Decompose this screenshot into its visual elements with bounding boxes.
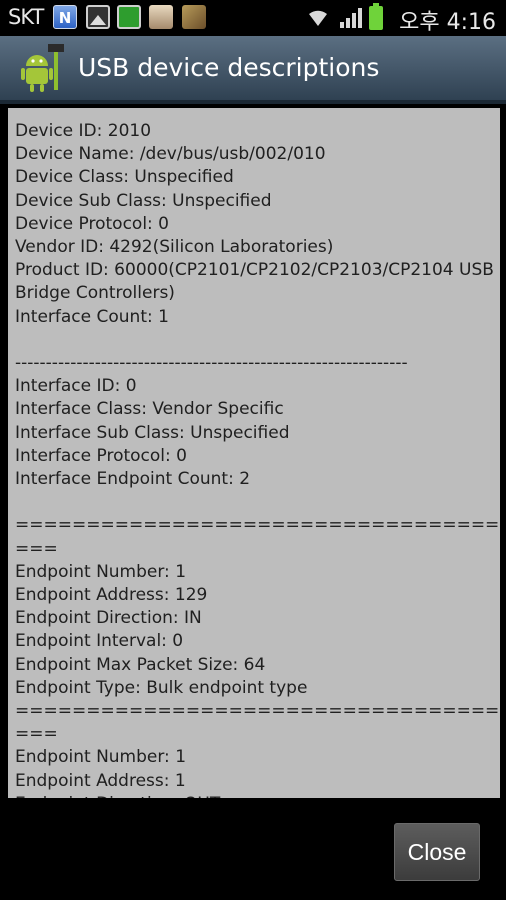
android-usb-app-icon [21, 44, 64, 92]
usb-description-text: Device ID: 2010 Device Name: /dev/bus/us… [15, 121, 500, 798]
battery-app-icon [117, 5, 141, 29]
button-bar: Close [0, 800, 506, 900]
signal-icon [340, 8, 362, 28]
cat-icon [149, 5, 173, 29]
close-button[interactable]: Close [394, 823, 480, 881]
wifi-icon [309, 10, 327, 26]
carrier-label: SKT [8, 5, 44, 29]
image-icon [86, 5, 110, 29]
description-panel[interactable]: Device ID: 2010 Device Name: /dev/bus/us… [8, 108, 500, 798]
photo-icon [182, 5, 206, 29]
status-bar: SKT N 오후 4:16 [0, 0, 506, 36]
battery-icon [369, 3, 383, 30]
title-bar: USB device descriptions [0, 36, 506, 104]
n-icon: N [53, 5, 77, 29]
page-title: USB device descriptions [78, 53, 380, 82]
clock: 오후 4:16 [399, 10, 496, 35]
